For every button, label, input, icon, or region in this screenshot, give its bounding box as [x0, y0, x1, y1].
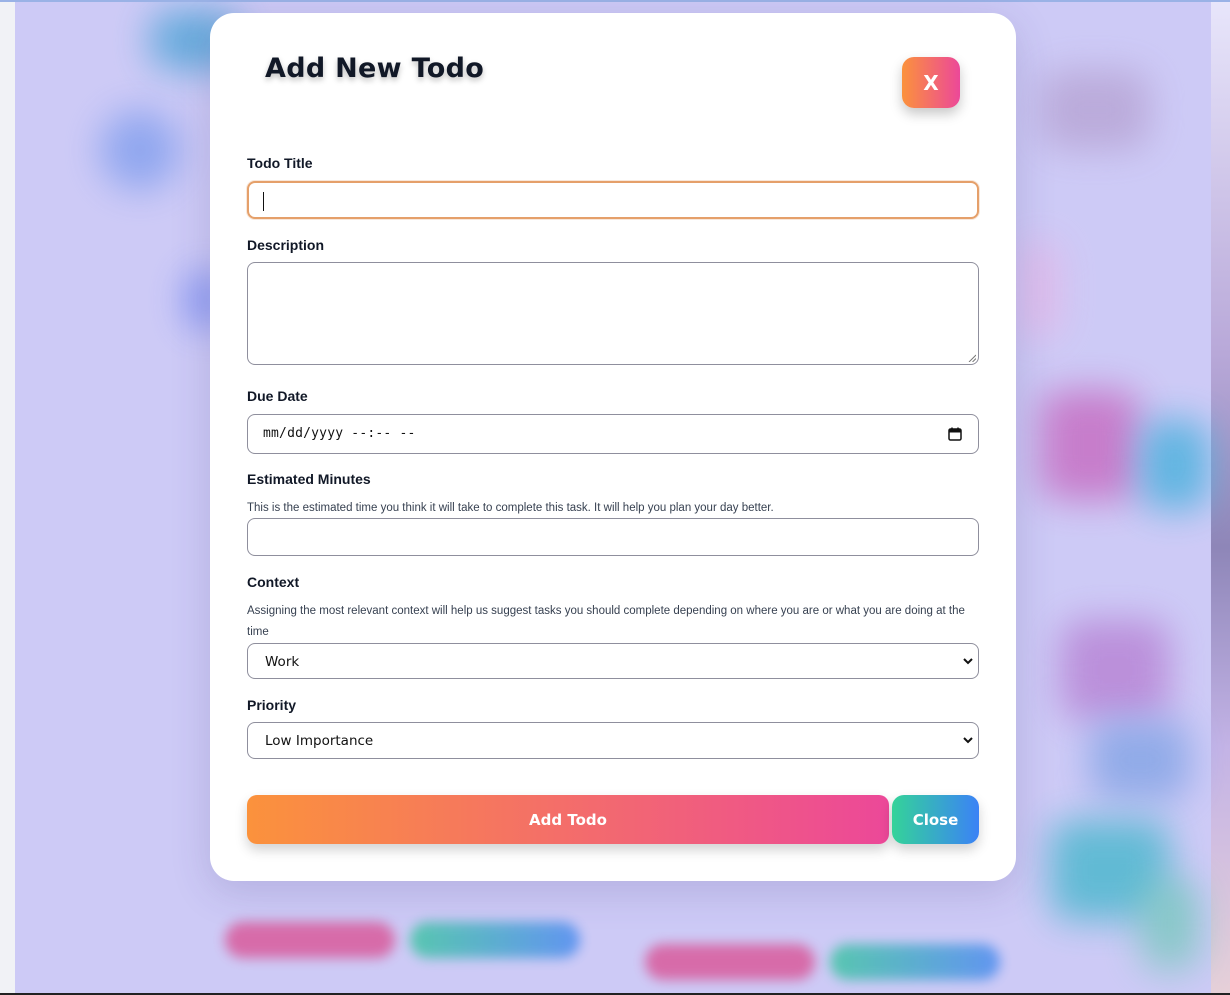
add-todo-modal: Add New Todo X Todo Title Description Du…	[210, 13, 1016, 881]
modal-title: Add New Todo	[265, 53, 485, 84]
close-x-button[interactable]: X	[902, 57, 960, 108]
chevron-down-icon	[963, 658, 973, 665]
priority-selected-value: Low Importance	[265, 733, 374, 749]
background-shape	[1040, 70, 1150, 150]
background-shape	[1020, 240, 1060, 340]
description-textarea[interactable]	[247, 262, 979, 365]
calendar-icon[interactable]	[948, 427, 962, 441]
background-shape	[1040, 390, 1140, 500]
context-select[interactable]: Work	[247, 643, 979, 679]
estimated-minutes-hint: This is the estimated time you think it …	[247, 502, 774, 514]
priority-label: Priority	[247, 697, 297, 713]
resize-grip-icon[interactable]	[968, 354, 976, 362]
chevron-down-icon	[963, 737, 973, 744]
background-shape	[1140, 880, 1200, 970]
background-shape	[1060, 620, 1170, 720]
todo-title-input[interactable]	[247, 181, 979, 219]
context-hint: Assigning the most relevant context will…	[247, 605, 965, 638]
due-date-value: mm/dd/yyyy --:-- --	[263, 426, 416, 441]
estimated-minutes-label: Estimated Minutes	[247, 471, 371, 487]
context-label: Context	[247, 574, 300, 590]
text-caret	[263, 192, 264, 211]
background-pill	[225, 922, 395, 958]
due-date-label: Due Date	[247, 388, 308, 404]
background-right-strip	[1211, 0, 1230, 995]
background-pill	[645, 944, 815, 980]
background-pill	[410, 922, 580, 958]
estimated-minutes-input[interactable]	[247, 518, 979, 556]
todo-title-label: Todo Title	[247, 155, 313, 171]
close-button[interactable]: Close	[892, 795, 979, 844]
background-shape	[1140, 420, 1210, 510]
background-shape	[1090, 720, 1190, 800]
top-border	[0, 0, 1230, 2]
due-date-input[interactable]: mm/dd/yyyy --:-- --	[247, 414, 979, 454]
priority-select[interactable]: Low Importance	[247, 722, 979, 759]
background-pill	[830, 944, 1000, 980]
context-selected-value: Work	[265, 654, 300, 670]
add-todo-button[interactable]: Add Todo	[247, 795, 889, 844]
background-shape	[100, 110, 180, 190]
description-label: Description	[247, 237, 325, 253]
